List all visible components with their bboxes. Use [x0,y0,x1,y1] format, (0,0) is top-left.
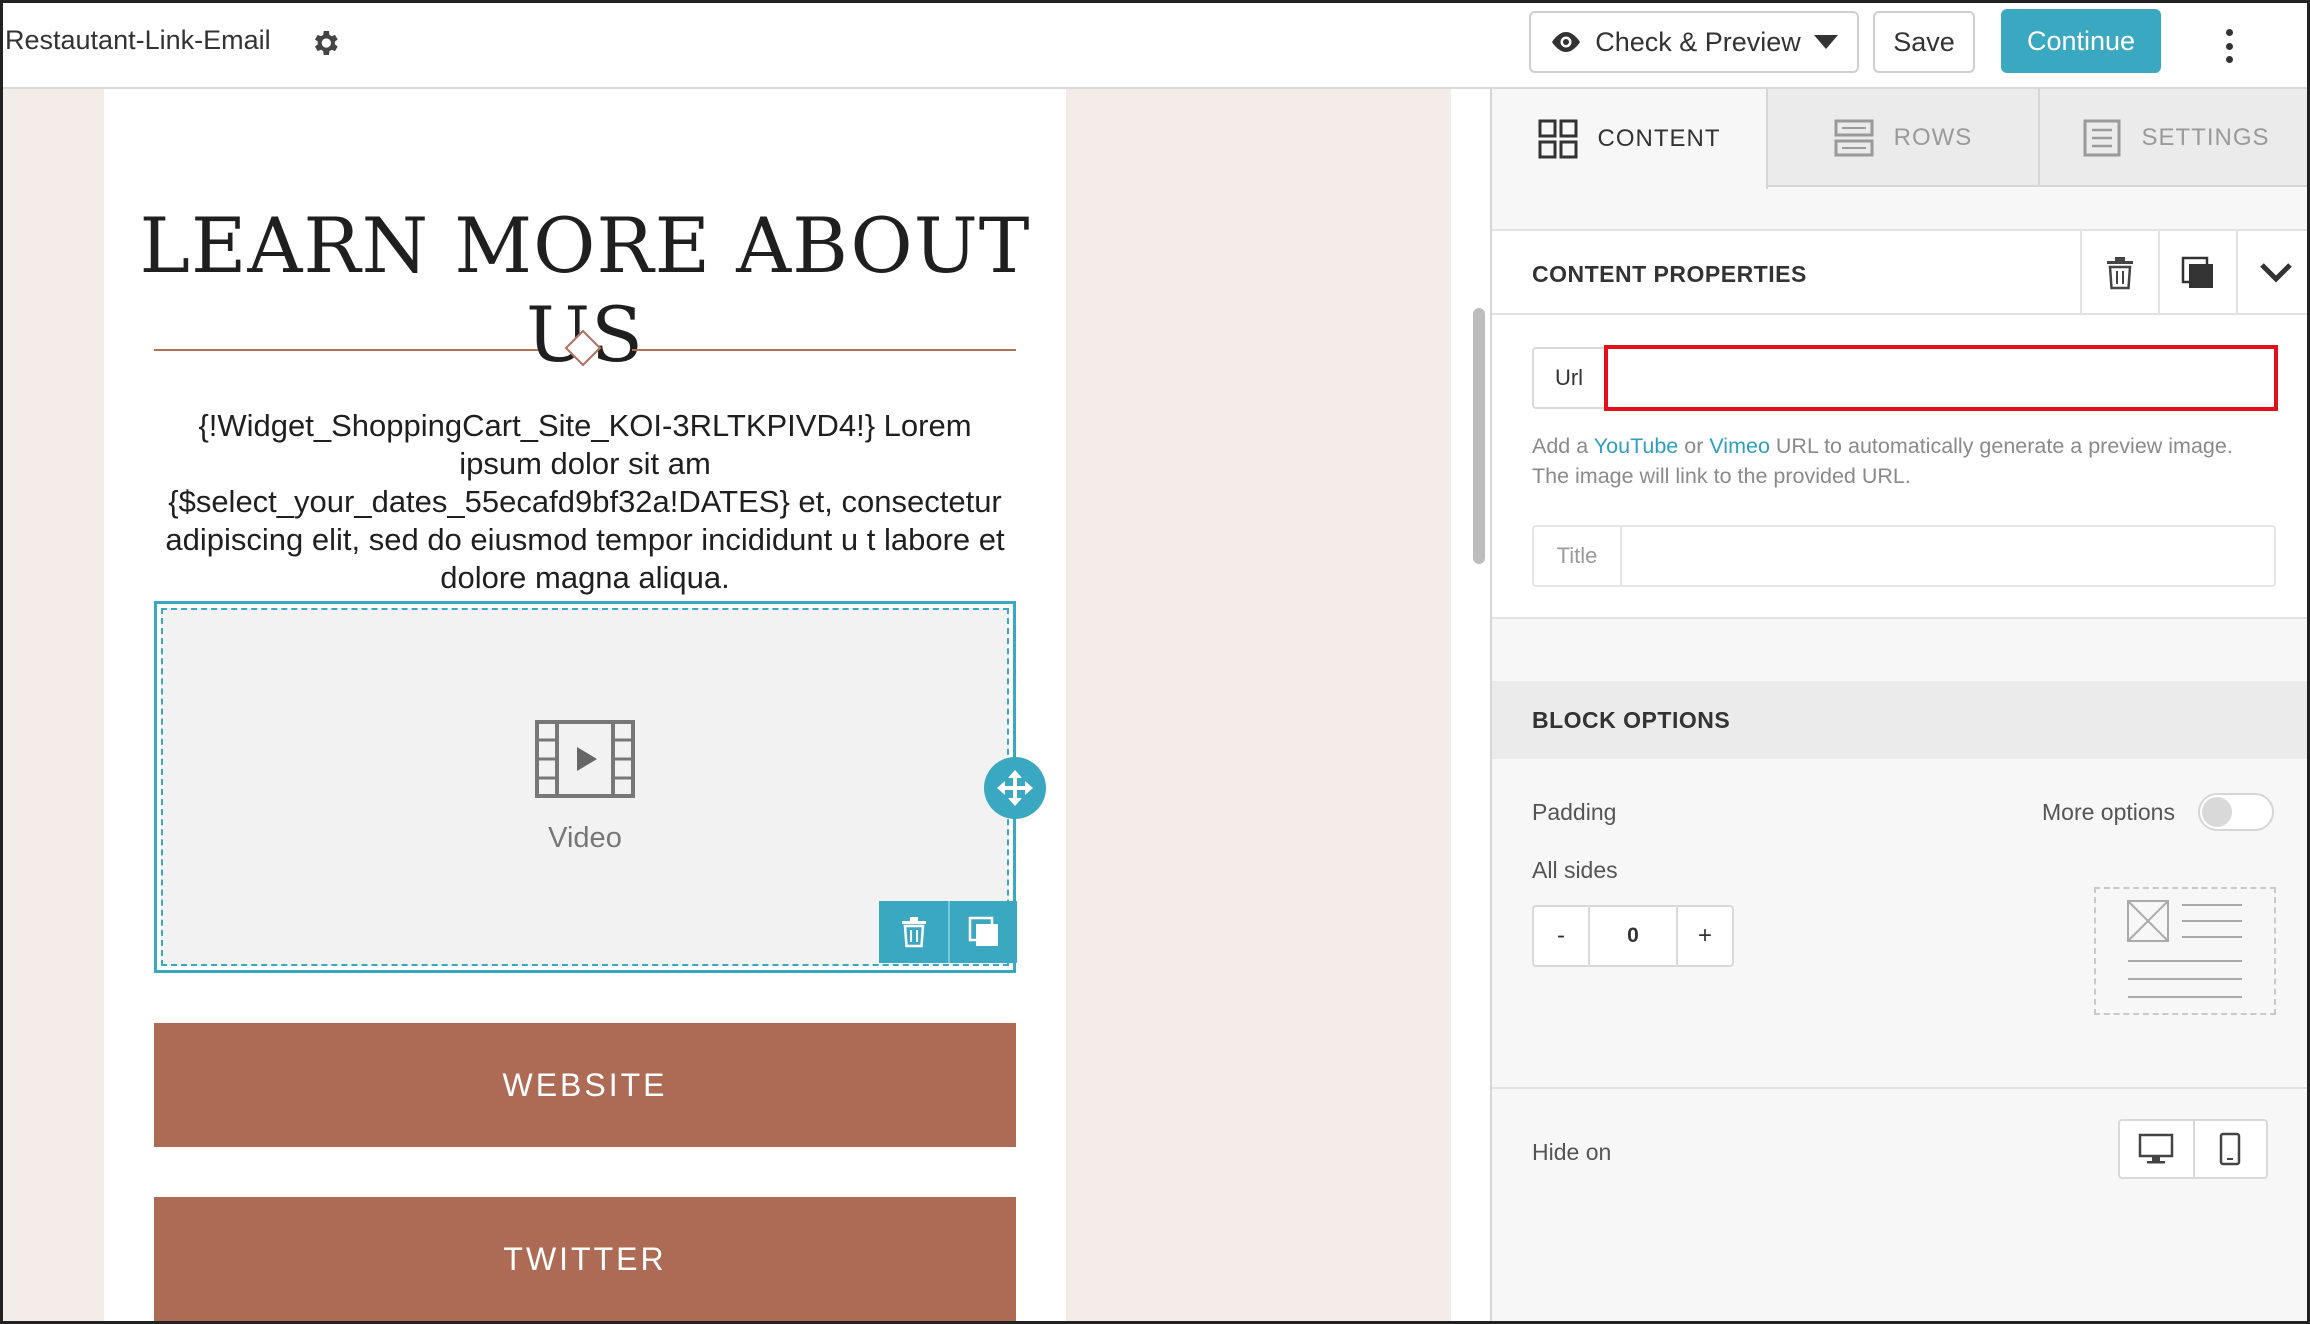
desktop-icon[interactable] [2120,1121,2193,1177]
url-input[interactable] [1604,345,2278,411]
padding-section: Padding More options All sides - 0 + [1492,759,2307,1089]
padding-label: Padding [1532,799,1617,825]
mobile-icon[interactable] [2192,1121,2266,1177]
block-options-title: BLOCK OPTIONS [1532,707,1731,733]
properties-sidebar: CONTENT ROWS SETTINGS CONTENT PROPERTIES… [1492,89,2307,1321]
content-properties-body: Url Add a YouTube or Vimeo URL to automa… [1492,315,2307,619]
email-body-text[interactable]: {!Widget_ShoppingCart_Site_KOI-3RLTKPIVD… [154,407,1016,597]
canvas-gutter [1451,89,1491,1321]
more-options-label: More options [2042,799,2175,825]
help-or: or [1678,434,1710,458]
document-title[interactable]: Restautant-Link-Email [5,25,271,56]
twitter-button[interactable]: TWITTER [154,1197,1016,1321]
delete-block-icon[interactable] [879,901,948,963]
chevron-down-icon[interactable] [2236,231,2307,315]
video-label: Video [548,821,622,854]
save-button[interactable]: Save [1873,11,1975,73]
email-canvas: LEARN MORE ABOUT US {!Widget_ShoppingCar… [3,89,1451,1321]
check-preview-label: Check & Preview [1595,26,1801,57]
sidebar-tabs: CONTENT ROWS SETTINGS [1492,89,2307,189]
padding-decrement-button[interactable]: - [1534,907,1588,965]
settings-list-icon [2083,119,2121,157]
toggle-knob [2202,797,2232,827]
tab-settings-label: SETTINGS [2141,124,2270,151]
more-options-toggle[interactable] [2198,793,2274,831]
hide-on-devices [2118,1119,2268,1179]
film-play-icon [535,719,635,798]
canvas-scrollbar[interactable] [1473,308,1485,564]
website-button[interactable]: WEBSITE [154,1023,1016,1147]
check-preview-button[interactable]: Check & Preview [1529,11,1859,73]
continue-button[interactable]: Continue [2001,9,2161,73]
more-menu-icon[interactable] [2219,29,2239,63]
content-properties-header: CONTENT PROPERTIES [1492,229,2307,315]
duplicate-block-icon[interactable] [948,901,1017,963]
tab-content[interactable]: CONTENT [1492,89,1768,189]
vimeo-link[interactable]: Vimeo [1709,434,1770,458]
padding-increment-button[interactable]: + [1678,907,1732,965]
divider-right [632,349,1016,351]
delete-content-icon[interactable] [2080,231,2158,315]
title-input[interactable] [1620,525,2276,587]
url-label: Url [1532,347,1604,409]
help-prefix: Add a [1532,434,1594,458]
divider-left [154,349,538,351]
tab-content-label: CONTENT [1597,125,1721,152]
padding-stepper: - 0 + [1532,905,1734,967]
url-help-text: Add a YouTube or Vimeo URL to automatica… [1532,431,2272,491]
grid-icon [1538,119,1577,159]
gear-icon[interactable] [309,27,341,59]
block-options-header[interactable]: BLOCK OPTIONS [1492,681,2307,759]
email-body: LEARN MORE ABOUT US {!Widget_ShoppingCar… [104,89,1066,1321]
padding-value[interactable]: 0 [1588,907,1678,965]
youtube-link[interactable]: YouTube [1594,434,1679,458]
content-properties-title: CONTENT PROPERTIES [1532,261,1807,287]
all-sides-label: All sides [1532,857,1618,883]
rows-icon [1834,119,1874,157]
app-window: Restautant-Link-Email Check & Preview Sa… [0,0,2310,1324]
title-label: Title [1532,525,1620,587]
move-handle-icon[interactable] [984,757,1046,819]
block-toolbar [879,901,1017,963]
tab-rows-label: ROWS [1893,124,1973,151]
caret-down-icon [1813,35,1838,49]
hide-on-label: Hide on [1532,1139,1612,1165]
top-bar: Restautant-Link-Email Check & Preview Sa… [3,3,2307,89]
padding-preview-icon [2094,887,2276,1015]
tab-rows[interactable]: ROWS [1768,89,2040,187]
duplicate-content-icon[interactable] [2158,231,2236,315]
eye-icon [1552,32,1581,52]
tab-settings[interactable]: SETTINGS [2040,89,2307,187]
